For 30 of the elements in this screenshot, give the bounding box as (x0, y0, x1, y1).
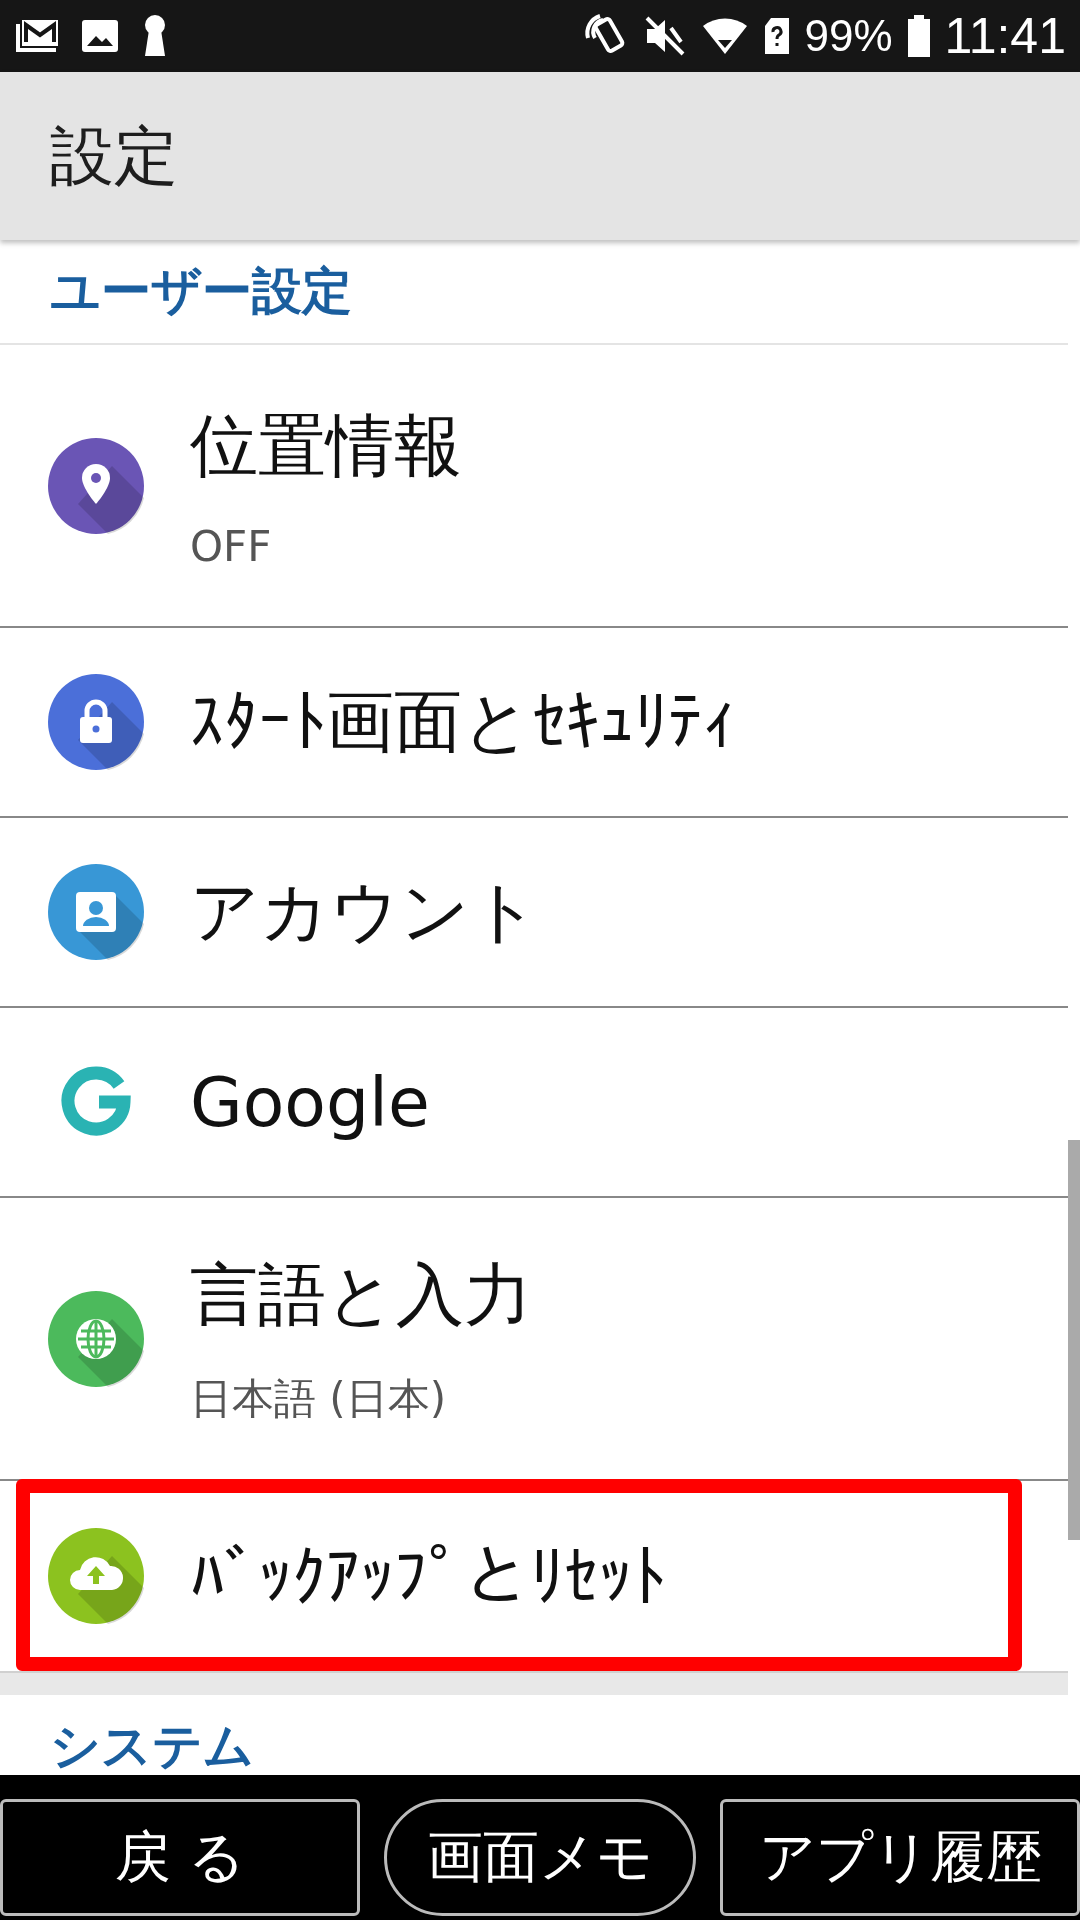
wifi-icon (700, 16, 749, 56)
item-summary: OFF (190, 521, 273, 571)
settings-item[interactable]: ﾊﾞｯｸｱｯﾌﾟとﾘｾｯﾄ (0, 1481, 1068, 1671)
settings-item[interactable]: 位置情報 OFF (0, 345, 1068, 628)
settings-item[interactable]: ｽﾀｰﾄ画面とｾｷｭﾘﾃｨ (0, 628, 1068, 818)
section-header: ユーザー設定 (50, 261, 352, 322)
item-title: ﾊﾞｯｸｱｯﾌﾟとﾘｾｯﾄ (190, 1536, 666, 1616)
item-summary: 日本語 (日本) (190, 1373, 448, 1425)
screen-title: 設定 (50, 117, 178, 195)
clock: 11:41 (944, 7, 1066, 65)
nav-button[interactable]: アプリ履歴 (720, 1799, 1080, 1916)
settings-item[interactable]: Google (0, 1008, 1068, 1198)
item-title: Google (190, 1062, 430, 1142)
item-title: 位置情報 (190, 404, 462, 487)
sim-icon (762, 16, 791, 56)
location-pin-icon (48, 437, 144, 534)
item-title: アカウント (190, 870, 540, 953)
item-title: ｽﾀｰﾄ画面とｾｷｭﾘﾃｨ (190, 680, 736, 763)
contact-card-icon (48, 864, 144, 960)
nav-button[interactable]: 画面メモ (384, 1799, 696, 1916)
section-header: システム (50, 1716, 254, 1775)
cloud-upload-icon (48, 1528, 144, 1624)
nav-button[interactable]: 戻 る (0, 1799, 360, 1916)
settings-item[interactable]: アカウント (0, 818, 1068, 1008)
battery-icon (906, 15, 931, 57)
settings-item[interactable]: 言語と入力 日本語 (日本) (0, 1198, 1068, 1481)
battery-percent: 99% (804, 11, 893, 61)
globe-icon (48, 1290, 144, 1387)
item-title: 言語と入力 (190, 1254, 532, 1336)
lock-icon (48, 674, 144, 770)
